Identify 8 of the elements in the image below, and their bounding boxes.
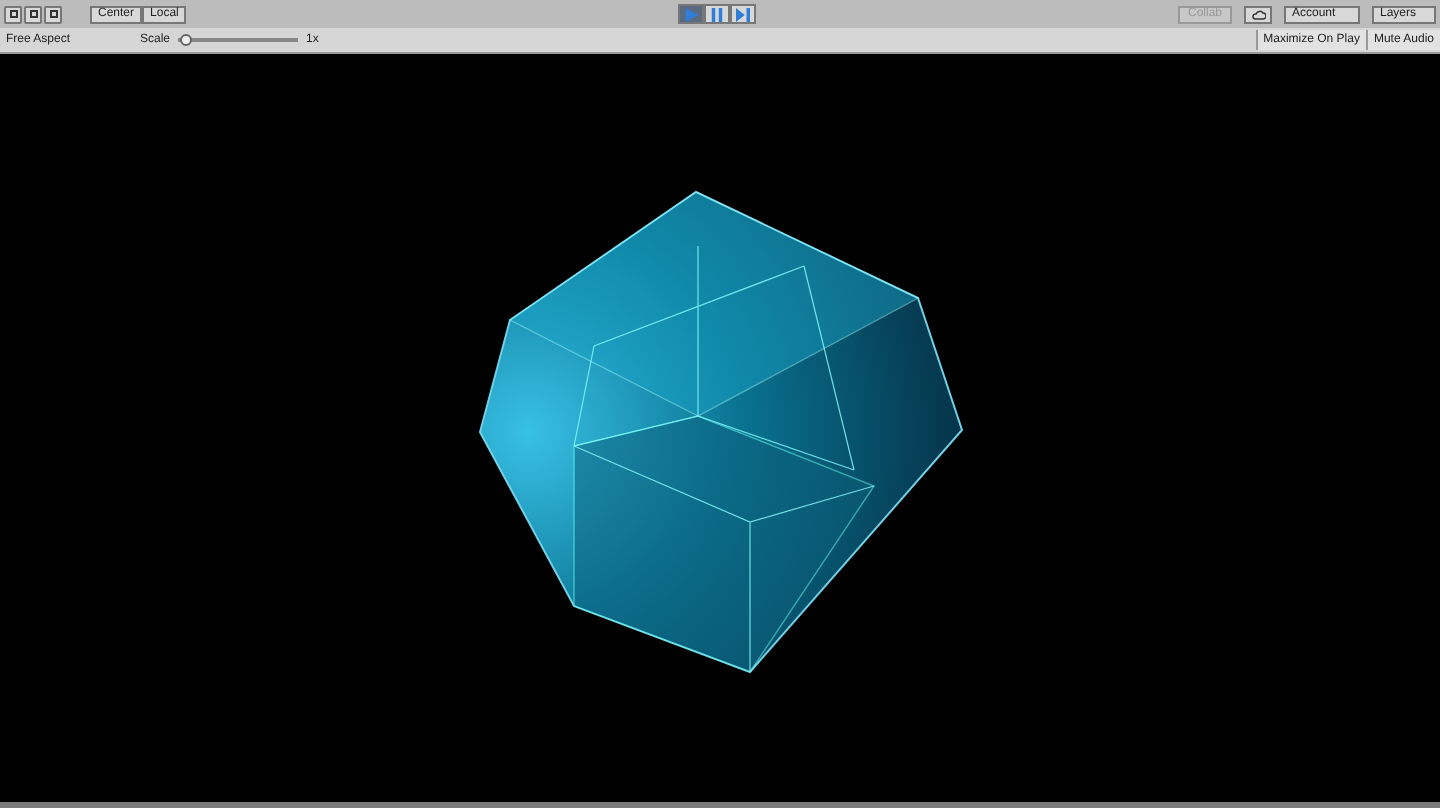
slider-thumb[interactable] <box>180 34 193 46</box>
cloud-button[interactable] <box>1244 5 1272 23</box>
cloud-icon <box>1251 9 1265 19</box>
play-icon <box>684 7 698 21</box>
step-icon <box>736 7 750 21</box>
pause-button[interactable] <box>704 4 730 24</box>
step-button[interactable] <box>730 4 756 24</box>
pause-icon <box>710 7 724 21</box>
